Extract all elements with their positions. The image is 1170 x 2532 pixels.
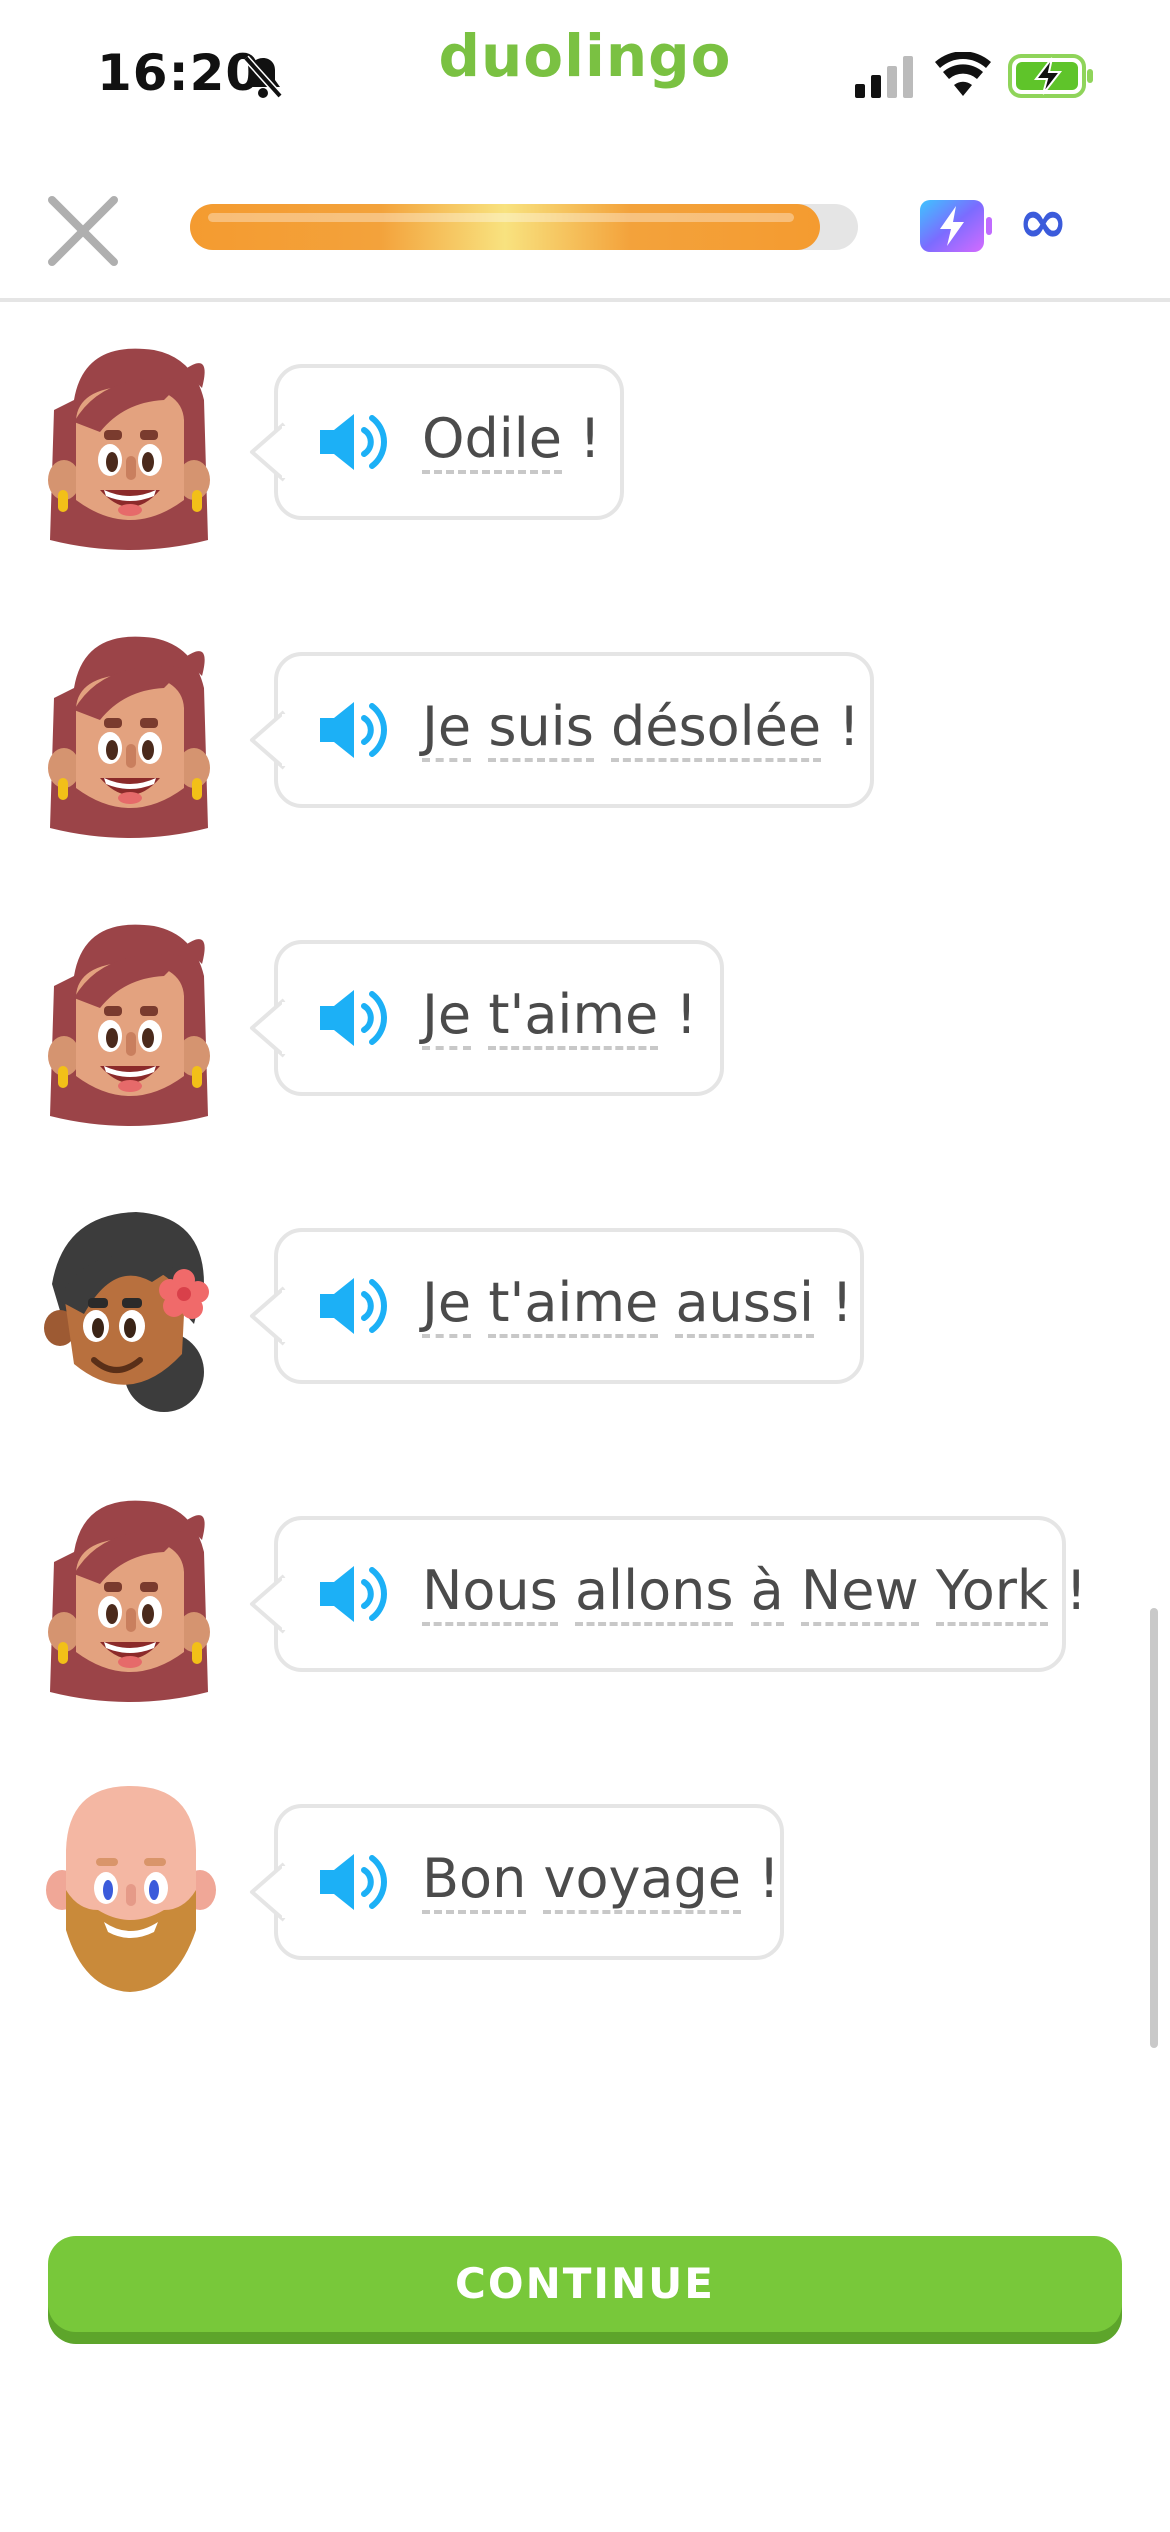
hint-word[interactable]: Odile — [422, 410, 563, 474]
dialogue-row: Je t'aime ! — [0, 916, 1170, 1136]
hint-word[interactable]: t'aime — [488, 1274, 659, 1338]
punctuation: ! — [838, 695, 860, 758]
punctuation: ! — [579, 407, 601, 470]
speech-bubble[interactable]: Je t'aime aussi ! — [250, 1228, 864, 1384]
dialogue-row: Je suis désolée ! — [0, 628, 1170, 848]
dialogue-row: Bon voyage ! — [0, 1780, 1170, 2000]
lesson-progress-bar — [190, 204, 858, 250]
hint-word[interactable]: voyage — [543, 1850, 742, 1914]
close-icon[interactable] — [40, 188, 126, 274]
hint-word[interactable]: désolée — [611, 698, 822, 762]
character-avatar — [44, 916, 216, 1128]
speaker-icon[interactable] — [316, 408, 390, 476]
character-avatar — [44, 1492, 216, 1704]
duolingo-logo: duolingo — [438, 22, 732, 90]
speaker-icon[interactable] — [316, 1848, 390, 1916]
punctuation: ! — [758, 1847, 780, 1910]
hint-word[interactable]: Je — [422, 698, 472, 762]
energy-battery-icon[interactable] — [918, 198, 994, 254]
speech-bubble[interactable]: Odile ! — [250, 364, 624, 520]
speech-bubble[interactable]: Bon voyage ! — [250, 1804, 784, 1960]
dialogue-row: Je t'aime aussi ! — [0, 1204, 1170, 1424]
punctuation: ! — [1065, 1559, 1088, 1622]
energy-count: ∞ — [1018, 187, 1068, 257]
punctuation: ! — [675, 983, 698, 1046]
dialogue-phrase: Je suis désolée ! — [422, 692, 860, 762]
character-avatar — [44, 340, 216, 552]
speaker-icon[interactable] — [316, 1560, 390, 1628]
speaker-icon[interactable] — [316, 1272, 390, 1340]
dialogue-phrase: Odile ! — [422, 404, 601, 474]
character-avatar — [44, 1780, 216, 1992]
continue-button[interactable]: CONTINUE — [48, 2236, 1122, 2332]
lesson-progress-fill — [190, 204, 820, 250]
hint-word[interactable]: Nous — [422, 1562, 558, 1626]
speech-bubble[interactable]: Je t'aime ! — [250, 940, 724, 1096]
hint-word[interactable]: aussi — [675, 1274, 815, 1338]
dialogue-phrase: Je t'aime ! — [422, 980, 697, 1050]
speaker-icon[interactable] — [316, 984, 390, 1052]
hint-word[interactable]: York — [935, 1562, 1049, 1626]
hint-word[interactable]: allons — [574, 1562, 734, 1626]
hint-word[interactable]: t'aime — [488, 986, 659, 1050]
hint-word[interactable]: Bon — [422, 1850, 527, 1914]
dialogue-phrase: Je t'aime aussi ! — [422, 1268, 853, 1338]
speech-bubble[interactable]: Nous allons à New York ! — [250, 1516, 1087, 1672]
hint-word[interactable]: suis — [488, 698, 594, 762]
hint-word[interactable]: Je — [422, 986, 472, 1050]
status-bar: 16:20 duolingo — [0, 0, 1170, 150]
cellular-signal-icon — [855, 56, 913, 98]
battery-charging-icon — [1008, 54, 1093, 98]
scrollbar[interactable] — [1150, 1608, 1158, 2048]
hint-word[interactable]: New — [800, 1562, 919, 1626]
wifi-icon — [935, 52, 991, 96]
hint-word[interactable]: à — [750, 1562, 784, 1626]
lesson-header: ∞ — [0, 150, 1170, 302]
character-avatar — [44, 1204, 216, 1416]
dialogue-phrase: Bon voyage ! — [422, 1844, 780, 1914]
dialogue-row: Odile ! — [0, 340, 1170, 560]
dialogue-phrase: Nous allons à New York ! — [422, 1556, 1087, 1626]
punctuation: ! — [831, 1271, 853, 1334]
speech-bubble[interactable]: Je suis désolée ! — [250, 652, 874, 808]
dialogue-row: Nous allons à New York ! — [0, 1492, 1170, 1712]
speaker-icon[interactable] — [316, 696, 390, 764]
hint-word[interactable]: Je — [422, 1274, 472, 1338]
character-avatar — [44, 628, 216, 840]
